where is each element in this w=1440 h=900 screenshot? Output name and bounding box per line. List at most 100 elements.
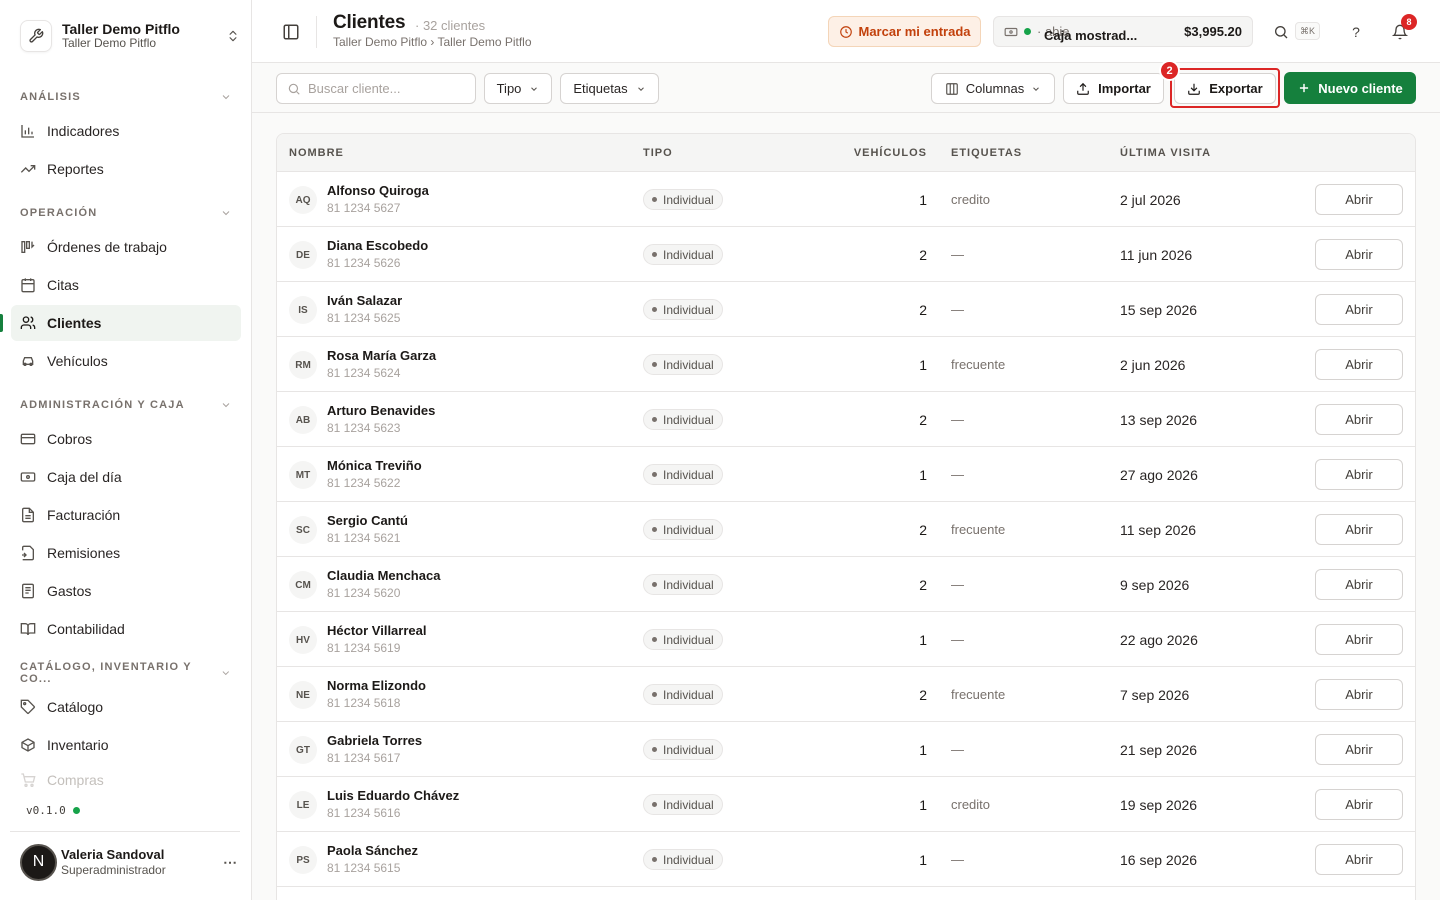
- sidebar-item-label: Órdenes de trabajo: [47, 239, 167, 255]
- top-header: Clientes · 32 clientes Taller Demo Pitfl…: [252, 0, 1440, 63]
- sidebar-item-inventario[interactable]: Inventario: [11, 727, 241, 763]
- client-name[interactable]: Sergio Cantú: [327, 513, 408, 528]
- sidebar-item-ordenes[interactable]: Órdenes de trabajo: [11, 229, 241, 265]
- import-button[interactable]: Importar: [1063, 73, 1164, 104]
- columns-dropdown[interactable]: Columnas: [931, 73, 1055, 104]
- sidebar-item-clientes[interactable]: Clientes: [0, 305, 241, 341]
- client-name[interactable]: Alfonso Quiroga: [327, 183, 429, 198]
- sidebar-item-catalogo[interactable]: Catálogo: [11, 689, 241, 725]
- table-row[interactable]: MT Mónica Treviño 81 1234 5622 Individual 1 —…: [277, 447, 1415, 502]
- section-catalogo[interactable]: CATÁLOGO, INVENTARIO Y CO...: [20, 661, 232, 685]
- new-client-button[interactable]: Nuevo cliente: [1284, 72, 1416, 104]
- sidebar-item-indicadores[interactable]: Indicadores: [11, 113, 241, 149]
- table-row[interactable]: HV Héctor Villarreal 81 1234 5619 Individua…: [277, 612, 1415, 667]
- sidebar-item-gastos[interactable]: Gastos: [11, 573, 241, 609]
- open-button[interactable]: Abrir: [1315, 459, 1403, 490]
- section-operacion[interactable]: OPERACIÓN: [20, 205, 232, 221]
- table-row[interactable]: CM Claudia Menchaca 81 1234 5620 Individual…: [277, 557, 1415, 612]
- table-row[interactable]: IS Iván Salazar 81 1234 5625 Individual 2 — 15…: [277, 282, 1415, 337]
- table-row[interactable]: SC Sergio Cantú 81 1234 5621 Individual 2 fre…: [277, 502, 1415, 557]
- section-administracion[interactable]: ADMINISTRACIÓN Y CAJA: [20, 397, 232, 413]
- section-analisis[interactable]: ANÁLISIS: [20, 89, 232, 105]
- client-name[interactable]: Arturo Benavides: [327, 403, 435, 418]
- table-row[interactable]: PS Paola Sánchez 81 1234 5615 Individual 1 — 1…: [277, 832, 1415, 887]
- sidebar-item-cobros[interactable]: Cobros: [11, 421, 241, 457]
- dot-icon: [652, 857, 657, 862]
- table-row[interactable]: DE Diana Escobedo 81 1234 5626 Individual 2 —…: [277, 227, 1415, 282]
- car-icon: [20, 353, 36, 369]
- open-button[interactable]: Abrir: [1315, 294, 1403, 325]
- sidebar-item-label: Clientes: [47, 315, 102, 331]
- chevron-down-icon: [637, 86, 644, 91]
- open-button[interactable]: Abrir: [1315, 734, 1403, 765]
- open-button[interactable]: Abrir: [1315, 569, 1403, 600]
- column-header-nombre[interactable]: NOMBRE: [289, 147, 344, 159]
- open-button[interactable]: Abrir: [1315, 679, 1403, 710]
- sidebar-item-label: Vehículos: [47, 353, 108, 369]
- etiquetas-filter-dropdown[interactable]: Etiquetas: [560, 73, 659, 104]
- type-badge: Individual: [643, 299, 723, 320]
- client-name[interactable]: Paola Sánchez: [327, 843, 418, 858]
- column-header-etiquetas[interactable]: ETIQUETAS: [951, 147, 1022, 159]
- column-header-vehiculos[interactable]: VEHÍCULOS: [854, 147, 927, 159]
- export-button[interactable]: Exportar: [1174, 73, 1276, 104]
- sidebar-item-caja-del-dia[interactable]: Caja del día: [11, 459, 241, 495]
- user-menu[interactable]: N Valeria Sandoval Superadministrador ⋯: [20, 843, 242, 881]
- sidebar-item-citas[interactable]: Citas: [11, 267, 241, 303]
- dot-icon: [652, 197, 657, 202]
- dot-icon: [652, 417, 657, 422]
- table-row[interactable]: AQ Alfonso Quiroga 81 1234 5627 Individual 1…: [277, 172, 1415, 227]
- sidebar: Taller Demo Pitflo Taller Demo Pitflo AN…: [0, 0, 252, 900]
- table-row[interactable]: AB Arturo Benavides 81 1234 5623 Individual…: [277, 392, 1415, 447]
- open-button[interactable]: Abrir: [1315, 624, 1403, 655]
- workspace-switcher[interactable]: Taller Demo Pitflo Taller Demo Pitflo: [20, 16, 242, 56]
- open-button[interactable]: Abrir: [1315, 349, 1403, 380]
- bar-chart-icon: [20, 123, 36, 139]
- dot-icon: [652, 637, 657, 642]
- client-name[interactable]: Rosa María Garza: [327, 348, 436, 363]
- client-name[interactable]: Iván Salazar: [327, 293, 402, 308]
- mark-entry-button[interactable]: Marcar mi entrada: [828, 16, 981, 47]
- sidebar-item-compras[interactable]: Compras: [11, 765, 241, 795]
- client-name[interactable]: Diana Escobedo: [327, 238, 428, 253]
- table-row[interactable]: RM Rosa María Garza 81 1234 5624 Individual…: [277, 337, 1415, 392]
- column-header-ultima-visita[interactable]: ÚLTIMA VISITA: [1120, 147, 1211, 159]
- last-visit: 16 sep 2026: [1120, 852, 1198, 868]
- open-button[interactable]: Abrir: [1315, 514, 1403, 545]
- vehicle-count: 2: [919, 247, 927, 263]
- sidebar-item-contabilidad[interactable]: Contabilidad: [11, 611, 241, 647]
- help-icon[interactable]: ?: [1346, 22, 1366, 42]
- sidebar-toggle-icon[interactable]: [282, 23, 300, 41]
- sidebar-item-remisiones[interactable]: Remisiones: [11, 535, 241, 571]
- client-name[interactable]: Gabriela Torres: [327, 733, 422, 748]
- table-row[interactable]: NE Norma Elizondo 81 1234 5618 Individual 2 f…: [277, 667, 1415, 722]
- last-visit: 2 jun 2026: [1120, 357, 1186, 373]
- sidebar-item-vehiculos[interactable]: Vehículos: [11, 343, 241, 379]
- open-button[interactable]: Abrir: [1315, 789, 1403, 820]
- client-name[interactable]: Luis Eduardo Chávez: [327, 788, 459, 803]
- chevron-down-icon: [531, 86, 538, 91]
- column-header-tipo[interactable]: TIPO: [643, 147, 673, 159]
- search-box[interactable]: [276, 73, 476, 104]
- table-row[interactable]: LE Luis Eduardo Chávez 81 1234 5616 Individ…: [277, 777, 1415, 832]
- tipo-filter-dropdown[interactable]: Tipo: [484, 73, 552, 104]
- client-name[interactable]: Héctor Villarreal: [327, 623, 426, 638]
- table-body: AQ Alfonso Quiroga 81 1234 5627 Individual 1…: [277, 172, 1415, 887]
- vehicle-count: 2: [919, 302, 927, 318]
- search-input[interactable]: [308, 81, 458, 96]
- open-button[interactable]: Abrir: [1315, 404, 1403, 435]
- cash-register-selector[interactable]: Caja mostrad... · abie $3,995.20: [993, 16, 1253, 47]
- vehicle-count: 1: [919, 192, 927, 208]
- table-row[interactable]: GT Gabriela Torres 81 1234 5617 Individual 1…: [277, 722, 1415, 777]
- more-icon[interactable]: ⋯: [218, 854, 242, 871]
- client-name[interactable]: Claudia Menchaca: [327, 568, 440, 583]
- sidebar-item-reportes[interactable]: Reportes: [11, 151, 241, 187]
- open-button[interactable]: Abrir: [1315, 844, 1403, 875]
- client-name[interactable]: Norma Elizondo: [327, 678, 426, 693]
- client-name[interactable]: Mónica Treviño: [327, 458, 422, 473]
- search-icon[interactable]: [1271, 22, 1291, 42]
- open-button[interactable]: Abrir: [1315, 184, 1403, 215]
- sidebar-item-label: Cobros: [47, 431, 93, 447]
- open-button[interactable]: Abrir: [1315, 239, 1403, 270]
- sidebar-item-facturacion[interactable]: Facturación: [11, 497, 241, 533]
